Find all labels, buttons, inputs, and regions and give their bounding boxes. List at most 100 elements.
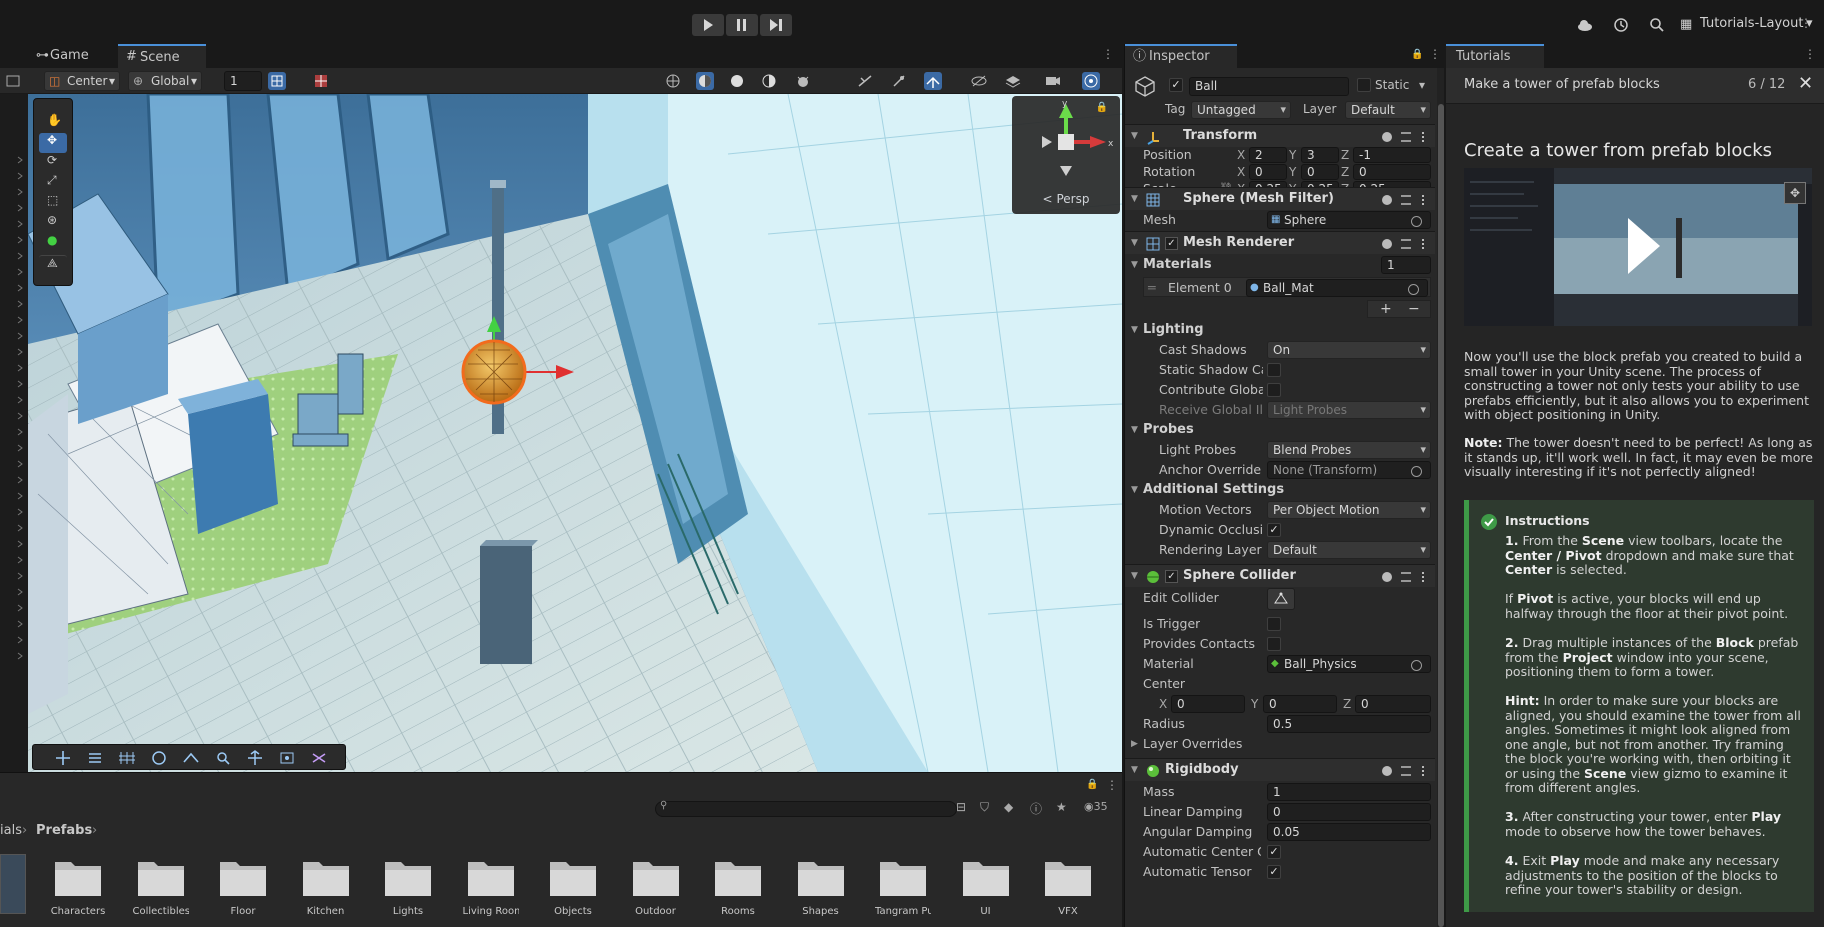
- shaded-icon[interactable]: [728, 72, 746, 90]
- remove-element-button[interactable]: −: [1408, 301, 1420, 317]
- grid-snap-icon[interactable]: [268, 72, 286, 90]
- object-picker-icon[interactable]: [1408, 284, 1419, 295]
- enabled-checkbox[interactable]: ✓: [1165, 570, 1178, 583]
- dynamic-occlusion-checkbox[interactable]: ✓: [1267, 523, 1281, 537]
- folder-item[interactable]: UI: [958, 856, 1014, 917]
- component-menu-icons[interactable]: [1379, 129, 1429, 145]
- component-menu-icons[interactable]: [1379, 763, 1429, 779]
- lock-icon[interactable]: 🔒: [1086, 779, 1098, 790]
- expand-arrow-icon[interactable]: [17, 652, 23, 660]
- component-menu-icons[interactable]: [1379, 236, 1429, 252]
- position-y-field[interactable]: 3: [1301, 147, 1339, 163]
- effects-icon[interactable]: [924, 72, 942, 90]
- cloud-icon[interactable]: [1576, 16, 1594, 34]
- folder-item[interactable]: Shapes: [793, 856, 849, 917]
- close-icon[interactable]: ✕: [1798, 73, 1813, 94]
- scale-tool[interactable]: ⤢: [39, 173, 67, 193]
- history-icon[interactable]: [1612, 16, 1630, 34]
- expand-arrow-icon[interactable]: [17, 444, 23, 452]
- pivot-rotation-dropdown[interactable]: ⊕ Global ▾: [128, 71, 202, 91]
- contribute-gi-checkbox[interactable]: [1267, 383, 1281, 397]
- is-trigger-checkbox[interactable]: [1267, 617, 1281, 631]
- tab-tutorials[interactable]: Tutorials: [1446, 44, 1544, 68]
- center-x-field[interactable]: 0: [1171, 695, 1245, 713]
- expand-arrow-icon[interactable]: [17, 332, 23, 340]
- collider-tool[interactable]: ●: [39, 233, 67, 253]
- transform-tool[interactable]: ⊛: [39, 213, 67, 233]
- static-shadow-checkbox[interactable]: [1267, 363, 1281, 377]
- folder-item[interactable]: Floor: [215, 856, 271, 917]
- angular-damping-field[interactable]: 0.05: [1267, 823, 1431, 841]
- cast-shadows-dropdown[interactable]: On: [1267, 341, 1431, 359]
- folder-item[interactable]: Tangram Pu: [875, 856, 931, 917]
- layer-dropdown[interactable]: Default: [1345, 101, 1431, 119]
- camera-icon[interactable]: [1044, 72, 1062, 90]
- rotation-x-field[interactable]: 0: [1249, 164, 1287, 180]
- auto-tensor-checkbox[interactable]: ✓: [1267, 865, 1281, 879]
- expand-arrow-icon[interactable]: [17, 204, 23, 212]
- shaded-wireframe-icon[interactable]: [696, 72, 714, 90]
- expand-arrow-icon[interactable]: [17, 460, 23, 468]
- step-button[interactable]: [760, 14, 792, 36]
- mesh-renderer-header[interactable]: ▼ ✓ Mesh Renderer: [1125, 231, 1435, 254]
- static-checkbox[interactable]: [1357, 78, 1371, 92]
- light-probes-dropdown[interactable]: Blend Probes: [1267, 441, 1431, 459]
- linear-damping-field[interactable]: 0: [1267, 803, 1431, 821]
- inspector-scroll-thumb[interactable]: [1438, 104, 1444, 927]
- transform-icon[interactable]: [241, 748, 269, 768]
- materials-section[interactable]: ▼ Materials 1: [1125, 255, 1435, 275]
- grid-visibility-icon[interactable]: [312, 72, 330, 90]
- drag-handle-icon[interactable]: ═: [1148, 278, 1156, 298]
- folder-item[interactable]: Outdoor: [628, 856, 684, 917]
- more-icon[interactable]: ⋮: [1102, 47, 1114, 61]
- play-button[interactable]: [692, 14, 724, 36]
- object-name-field[interactable]: Ball: [1189, 77, 1349, 96]
- audio-toggle-icon[interactable]: [890, 72, 908, 90]
- draw-mode-icon[interactable]: [664, 72, 682, 90]
- motion-vectors-dropdown[interactable]: Per Object Motion: [1267, 501, 1431, 519]
- tag-icon[interactable]: ◆: [1004, 800, 1013, 814]
- chevron-down-icon[interactable]: ▾: [1419, 78, 1425, 92]
- breadcrumb-item[interactable]: Prefabs: [36, 820, 92, 842]
- transform-header[interactable]: ▼ Transform: [1125, 124, 1435, 147]
- mass-field[interactable]: 1: [1267, 783, 1431, 801]
- rotate-tool[interactable]: ⟳: [39, 153, 67, 173]
- visibility-counter[interactable]: ◉35: [1084, 800, 1108, 813]
- rendering-layer-dropdown[interactable]: Default: [1267, 541, 1431, 559]
- position-z-field[interactable]: -1: [1353, 147, 1431, 163]
- lighting-toggle-icon[interactable]: [856, 72, 874, 90]
- custom-tool[interactable]: ⟁: [39, 255, 67, 275]
- sliders-icon[interactable]: [81, 748, 109, 768]
- unlit-icon[interactable]: [760, 72, 778, 90]
- tab-inspector[interactable]: ⓘ Inspector: [1125, 44, 1237, 68]
- layer-overrides-row[interactable]: ▶ Layer Overrides: [1125, 734, 1444, 754]
- tag-dropdown[interactable]: Untagged: [1191, 101, 1291, 119]
- expand-arrow-icon[interactable]: [17, 476, 23, 484]
- expand-arrow-icon[interactable]: [17, 524, 23, 532]
- folder-item[interactable]: Rooms: [710, 856, 766, 917]
- expand-arrow-icon[interactable]: [17, 540, 23, 548]
- expand-arrow-icon[interactable]: [17, 492, 23, 500]
- more-icon[interactable]: ⋮: [1106, 778, 1118, 792]
- debug-icon[interactable]: [794, 72, 812, 90]
- folder-item[interactable]: Characters: [50, 856, 106, 917]
- expand-arrow-icon[interactable]: [17, 380, 23, 388]
- expand-arrow-icon[interactable]: [17, 252, 23, 260]
- position-x-field[interactable]: 2: [1249, 147, 1287, 163]
- object-picker-icon[interactable]: [1411, 660, 1422, 671]
- grid-icon[interactable]: [113, 748, 141, 768]
- expand-arrow-icon[interactable]: [17, 188, 23, 196]
- expand-arrow-icon[interactable]: [17, 348, 23, 356]
- auto-center-checkbox[interactable]: ✓: [1267, 845, 1281, 859]
- expand-arrow-icon[interactable]: [17, 636, 23, 644]
- expand-arrow-icon[interactable]: [17, 156, 23, 164]
- move-icon[interactable]: [49, 748, 77, 768]
- folder-item[interactable]: Kitchen: [298, 856, 354, 917]
- active-checkbox[interactable]: ✓: [1169, 78, 1183, 92]
- center-z-field[interactable]: 0: [1355, 695, 1431, 713]
- additional-settings-section[interactable]: ▼ Additional Settings: [1125, 480, 1435, 500]
- lighting-section[interactable]: ▼ Lighting: [1125, 320, 1435, 340]
- lock-icon[interactable]: 🔒: [1411, 49, 1423, 60]
- expand-arrow-icon[interactable]: [17, 236, 23, 244]
- orientation-gizmo[interactable]: y x 🔒 < Persp: [1012, 96, 1120, 214]
